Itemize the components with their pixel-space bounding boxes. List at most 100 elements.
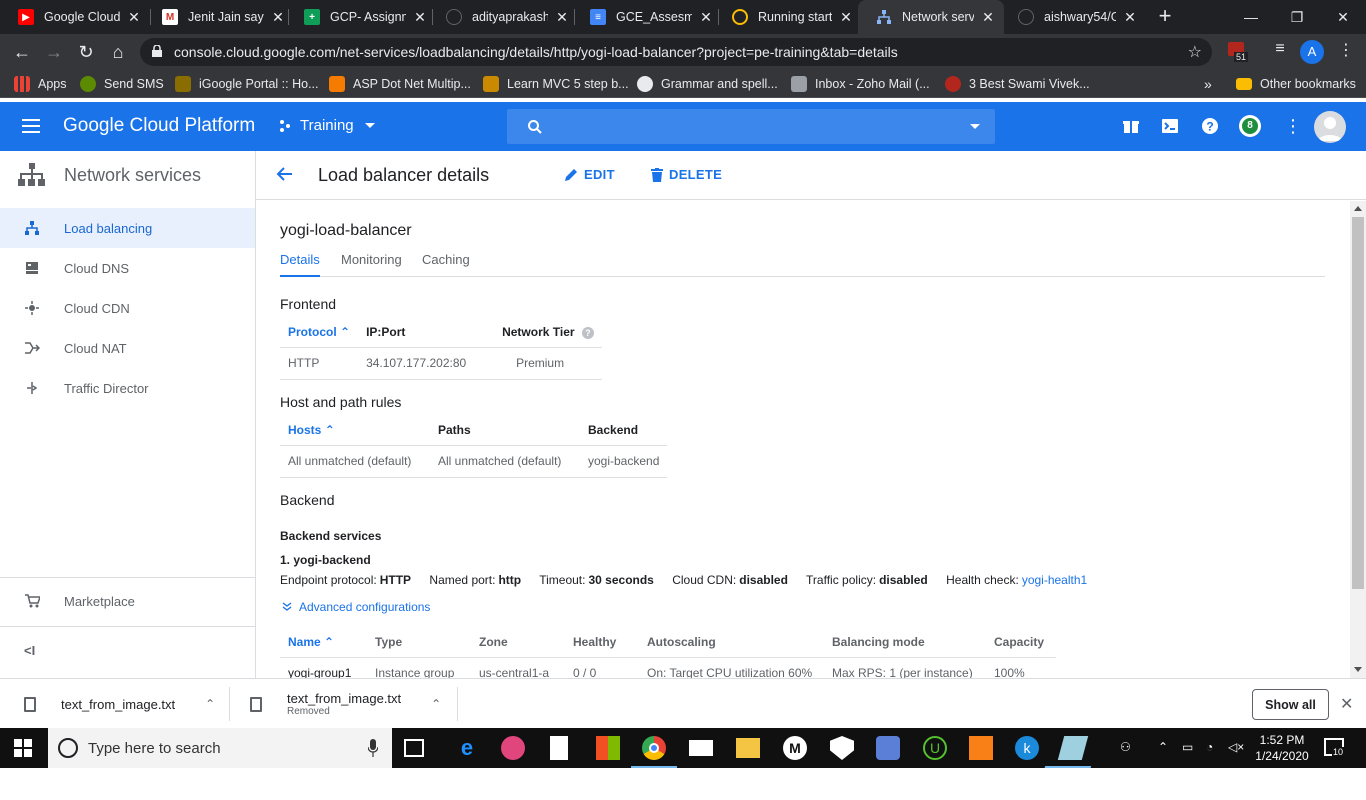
notifications-icon[interactable]: 8 [1239, 115, 1261, 137]
sidebar-item-load-balancing[interactable]: Load balancing [0, 208, 255, 248]
browser-tab-active[interactable]: Network servic ✕ [858, 0, 1004, 34]
tray-chevron-up-icon[interactable]: ⌃ [1158, 740, 1168, 754]
close-icon[interactable]: ✕ [698, 9, 714, 26]
close-icon[interactable]: ✕ [980, 9, 996, 26]
bookmark-apps[interactable]: Apps [14, 75, 67, 93]
action-center-icon[interactable]: 10 [1324, 738, 1345, 757]
minimize-button[interactable]: — [1228, 0, 1274, 34]
restore-button[interactable]: ❐ [1274, 0, 1320, 34]
chevron-down-icon[interactable] [969, 121, 981, 133]
bookmark-item[interactable]: Inbox - Zoho Mail (... [791, 75, 930, 93]
upwork-icon[interactable]: U [923, 736, 947, 760]
mail-icon[interactable] [689, 740, 713, 756]
reload-icon[interactable]: ↻ [74, 40, 98, 64]
new-tab-button[interactable]: + [1154, 5, 1176, 28]
bookmark-star-icon[interactable]: ☆ [1188, 42, 1202, 62]
close-icon[interactable]: ✕ [126, 9, 142, 26]
download-item[interactable]: text_from_image.txt ⌃ [24, 679, 215, 729]
bookmark-item[interactable]: Grammar and spell... [637, 75, 778, 93]
wifi-icon[interactable]: ◔ [1206, 740, 1213, 754]
browser-tab[interactable]: aishwary54/GC ✕ [1000, 0, 1146, 34]
close-icon[interactable]: ✕ [1122, 9, 1138, 26]
browser-tab[interactable]: + GCP- Assignm ✕ [286, 0, 436, 34]
volume-muted-icon[interactable]: ◁× [1228, 740, 1244, 754]
scrollbar-thumb[interactable] [1352, 217, 1364, 589]
download-item[interactable]: text_from_image.txt Removed ⌃ [250, 679, 441, 729]
extension-icon[interactable]: 51 [1226, 40, 1250, 64]
gcp-brand[interactable]: Google Cloud Platform [63, 115, 255, 137]
sidebar-item-cloud-dns[interactable]: Cloud DNS [0, 248, 255, 288]
browser-tab[interactable]: ≡ GCE_Assesmen ✕ [572, 0, 722, 34]
scroll-down-icon[interactable] [1354, 667, 1362, 672]
bookmark-item[interactable]: Learn MVC 5 step b... [483, 75, 629, 93]
file-explorer-icon[interactable] [736, 738, 760, 758]
scroll-up-icon[interactable] [1354, 206, 1362, 211]
app-dolphin-icon[interactable] [876, 736, 900, 760]
help-icon[interactable]: ? [581, 326, 594, 339]
edge-icon[interactable]: e [455, 736, 479, 760]
bookmark-item[interactable]: ASP Dot Net Multip... [329, 75, 471, 93]
column-header[interactable]: Hosts ⌃ [280, 415, 430, 446]
collapse-sidebar-button[interactable]: <I [24, 643, 35, 658]
back-arrow-icon[interactable]: ← [10, 40, 34, 64]
bookmark-item[interactable]: 3 Best Swami Vivek... [945, 75, 1090, 93]
task-view-icon[interactable] [404, 739, 424, 757]
battery-icon[interactable]: ▭ [1182, 740, 1193, 754]
chrome-icon[interactable] [631, 736, 677, 768]
advanced-configurations-toggle[interactable]: Advanced configurations [282, 600, 430, 614]
sidebar-item-marketplace[interactable]: Marketplace [0, 581, 255, 621]
browser-tab[interactable]: ▶ Google Cloud ✕ [0, 0, 150, 34]
close-icon[interactable]: ✕ [1340, 694, 1353, 714]
hamburger-menu-icon[interactable] [22, 119, 40, 133]
windows-start-icon[interactable] [14, 739, 32, 757]
gift-icon[interactable] [1121, 116, 1141, 136]
close-icon[interactable]: ✕ [554, 9, 570, 26]
close-icon[interactable]: ✕ [270, 9, 286, 26]
account-avatar[interactable] [1314, 111, 1346, 143]
app-k-icon[interactable]: k [1015, 736, 1039, 760]
edit-button[interactable]: EDIT [564, 167, 615, 182]
close-icon[interactable]: ✕ [412, 9, 428, 26]
media-control-icon[interactable]: ≡ [1268, 40, 1292, 64]
project-selector[interactable]: Training [278, 117, 376, 134]
security-shield-icon[interactable] [830, 736, 854, 760]
delete-button[interactable]: DELETE [651, 167, 722, 182]
sublime-text-icon[interactable] [969, 736, 993, 760]
sidebar-item-cloud-nat[interactable]: Cloud NAT [0, 328, 255, 368]
search-input[interactable] [507, 109, 995, 144]
app-notepad-icon[interactable] [1057, 736, 1089, 760]
home-icon[interactable]: ⌂ [106, 40, 130, 64]
bookmark-item[interactable]: Send SMS [80, 75, 164, 93]
profile-avatar[interactable]: A [1300, 40, 1324, 64]
browser-tab[interactable]: adityaprakash ✕ [428, 0, 578, 34]
system-clock[interactable]: 1:52 PM 1/24/2020 [1254, 732, 1310, 764]
chevron-up-icon[interactable]: ⌃ [431, 697, 441, 711]
more-vert-icon[interactable]: ⋮ [1283, 116, 1303, 136]
sidebar-item-traffic-director[interactable]: Traffic Director [0, 368, 255, 408]
browser-tab[interactable]: Running startu ✕ [714, 0, 862, 34]
window-close-button[interactable]: ✕ [1320, 0, 1366, 34]
tab-caching[interactable]: Caching [422, 252, 470, 277]
tab-details[interactable]: Details [280, 252, 320, 277]
sidebar-item-cloud-cdn[interactable]: Cloud CDN [0, 288, 255, 328]
address-bar[interactable]: console.cloud.google.com/net-services/lo… [140, 38, 1212, 66]
browser-tab[interactable]: M Jenit Jain says ✕ [144, 0, 294, 34]
chevron-up-icon[interactable]: ⌃ [205, 697, 215, 711]
help-icon[interactable]: ? [1200, 116, 1220, 136]
health-check-link[interactable]: yogi-health1 [1022, 573, 1087, 587]
tab-monitoring[interactable]: Monitoring [341, 252, 402, 277]
other-bookmarks[interactable]: Other bookmarks [1236, 75, 1356, 93]
bookmark-item[interactable]: iGoogle Portal :: Ho... [175, 75, 319, 93]
vertical-scrollbar[interactable] [1350, 201, 1366, 678]
forward-arrow-icon[interactable]: → [42, 40, 66, 64]
browser-menu-icon[interactable]: ⋮ [1334, 40, 1358, 64]
cloud-shell-icon[interactable] [1160, 116, 1180, 136]
close-icon[interactable]: ✕ [838, 9, 854, 26]
people-icon[interactable]: ⚇ [1120, 740, 1131, 754]
itunes-icon[interactable] [501, 736, 525, 760]
notepad-icon[interactable] [550, 736, 568, 760]
column-header[interactable]: Name ⌃ [280, 627, 367, 658]
more-bookmarks-button[interactable]: » [1204, 75, 1212, 93]
column-header[interactable]: Protocol ⌃ [280, 317, 359, 348]
taskbar-search-input[interactable]: Type here to search [48, 728, 392, 768]
